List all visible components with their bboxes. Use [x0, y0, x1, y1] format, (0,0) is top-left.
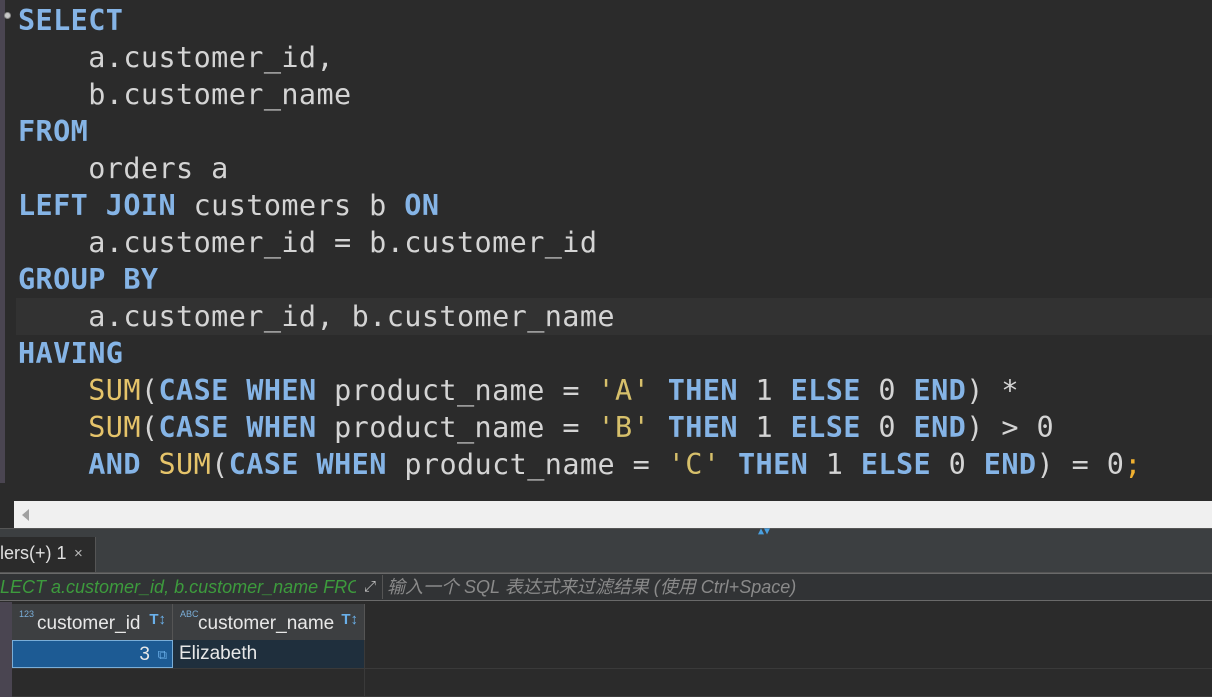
code-token: END [983, 448, 1037, 481]
text-type-icon: ABC [180, 609, 199, 619]
code-token: 'A' [597, 374, 651, 407]
code-line[interactable]: SELECT [18, 2, 1212, 39]
column-divider [364, 640, 365, 697]
cell-customer-name[interactable]: Elizabeth [173, 640, 365, 668]
code-token: ) = 0 [1036, 448, 1125, 481]
result-tab-strip: lers(+) 1 × [0, 537, 1212, 573]
code-token: product_name = [386, 448, 668, 481]
code-token: SUM [88, 411, 141, 444]
code-token: SUM [158, 448, 212, 481]
splitter-grip-icon[interactable]: ▲▼ [746, 527, 782, 537]
code-token: customers b [176, 189, 405, 222]
code-token: 'C' [667, 448, 721, 481]
horizontal-scrollbar[interactable] [14, 501, 1212, 528]
code-token: a.customer_id, [18, 41, 335, 74]
close-icon[interactable]: × [74, 537, 83, 570]
filter-input[interactable] [382, 575, 1212, 599]
table-row[interactable]: 3 ⧉ Elizabeth [12, 640, 365, 668]
code-token: GROUP BY [18, 263, 159, 296]
fold-marker-icon[interactable] [4, 12, 11, 19]
query-preview: LECT a.customer_id, b.customer_name FRO [0, 577, 356, 597]
sort-icon[interactable]: T↕ [341, 600, 358, 640]
code-token: ELSE [790, 374, 861, 407]
code-token: CASE WHEN [228, 448, 387, 481]
code-token: ( [140, 374, 159, 407]
code-line[interactable]: a.customer_id, b.customer_name [16, 298, 1212, 335]
code-token: LEFT JOIN [18, 189, 177, 222]
code-token: HAVING [18, 337, 124, 370]
row-divider [12, 668, 1212, 669]
code-token: THEN [667, 374, 738, 407]
code-token: orders a [18, 152, 229, 185]
code-line[interactable]: LEFT JOIN customers b ON [18, 187, 1212, 224]
code-line[interactable]: FROM [18, 113, 1212, 150]
code-token: a.customer_id, b.customer_name [18, 300, 615, 333]
code-line[interactable]: SUM(CASE WHEN product_name = 'A' THEN 1 … [18, 372, 1212, 409]
code-area[interactable]: SELECT a.customer_id, b.customer_name FRO… [16, 2, 1212, 483]
code-token: ( [140, 411, 159, 444]
code-token: 1 [737, 374, 791, 407]
code-token: THEN [667, 411, 738, 444]
cell-value: Elizabeth [179, 643, 258, 664]
code-token: 0 [860, 374, 914, 407]
code-token: AND [88, 448, 141, 481]
code-token: 0 [931, 448, 984, 481]
sort-icon[interactable]: T↕ [149, 600, 166, 640]
column-header-customer-name[interactable]: ABC customer_name T↕ [173, 604, 365, 640]
code-token: CASE WHEN [158, 374, 317, 407]
code-token: SELECT [18, 4, 124, 37]
code-line[interactable]: b.customer_name [18, 76, 1212, 113]
result-tab-label: lers(+) 1 [0, 543, 67, 563]
code-token: THEN [737, 448, 809, 481]
link-icon[interactable]: ⧉ [158, 641, 167, 669]
result-tab[interactable]: lers(+) 1 × [0, 537, 96, 572]
code-token: END [913, 374, 967, 407]
column-header-label: customer_id [37, 613, 141, 634]
number-type-icon: 123 [19, 609, 35, 619]
code-token: product_name = [316, 411, 598, 444]
code-token: FROM [18, 115, 89, 148]
code-token: 'B' [597, 411, 651, 444]
cell-value: 3 [139, 644, 150, 665]
code-line[interactable]: SUM(CASE WHEN product_name = 'B' THEN 1 … [18, 409, 1212, 446]
scroll-left-icon[interactable] [22, 509, 29, 521]
column-header-label: customer_name [198, 613, 335, 634]
code-token: SUM [88, 374, 141, 407]
code-token: CASE WHEN [158, 411, 317, 444]
code-token: product_name = [316, 374, 598, 407]
editor-gutter [0, 0, 5, 483]
code-token: 0 [860, 411, 914, 444]
code-line[interactable]: a.customer_id = b.customer_id [18, 224, 1212, 261]
code-token: ) > 0 [966, 411, 1055, 444]
sql-editor[interactable]: SELECT a.customer_id, b.customer_name FRO… [0, 0, 1212, 500]
code-token: ( [211, 448, 229, 481]
column-header-customer-id[interactable]: 123 customer_id T↕ [12, 604, 173, 640]
code-line[interactable]: a.customer_id, [18, 39, 1212, 76]
row-header-column [0, 602, 12, 697]
code-token: END [913, 411, 967, 444]
code-token: b.customer_name [18, 78, 352, 111]
result-grid: 123 customer_id T↕ ABC customer_name T↕ … [0, 602, 1212, 697]
cell-customer-id[interactable]: 3 ⧉ [12, 640, 173, 668]
code-token: a.customer_id = b.customer_id [18, 226, 598, 259]
code-token: 1 [808, 448, 861, 481]
code-line[interactable]: HAVING [18, 335, 1212, 372]
code-token: ) * [966, 374, 1019, 407]
code-line[interactable]: orders a [18, 150, 1212, 187]
code-token: 1 [737, 411, 791, 444]
code-token: ELSE [860, 448, 932, 481]
code-token: ON [404, 189, 440, 222]
code-token: ELSE [790, 411, 861, 444]
expand-icon[interactable]: ⤢ [360, 577, 380, 597]
code-token: ; [1124, 448, 1142, 481]
code-line[interactable]: GROUP BY [18, 261, 1212, 298]
code-line[interactable]: AND SUM(CASE WHEN product_name = 'C' THE… [18, 446, 1212, 483]
